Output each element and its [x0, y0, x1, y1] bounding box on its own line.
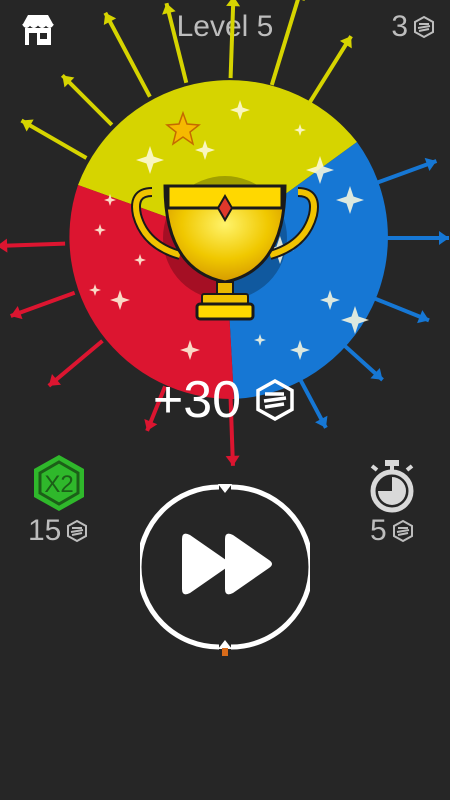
- double-reward-button[interactable]: X2: [28, 452, 90, 514]
- dart-fletching: [225, 455, 240, 466]
- dart-fletching: [0, 238, 8, 253]
- timer-cost: 5: [370, 514, 415, 548]
- hexagon-badge: X2: [34, 455, 84, 511]
- dart: [164, 2, 189, 84]
- timer-booster-button[interactable]: [367, 458, 417, 514]
- double-cost: 15: [28, 514, 89, 548]
- dart: [0, 241, 66, 248]
- timer-cost-value: 5: [370, 514, 387, 547]
- next-level-button[interactable]: [136, 481, 314, 656]
- dart: [10, 290, 76, 318]
- double-label: X2: [44, 471, 73, 498]
- dart: [20, 118, 88, 160]
- gem-icon: [392, 519, 413, 543]
- stopwatch-icon: [370, 460, 414, 513]
- reward-amount: +30: [152, 371, 242, 429]
- dart: [103, 11, 152, 98]
- fast-forward-icon: [136, 484, 314, 656]
- dart: [228, 0, 236, 79]
- dart-fletching: [439, 231, 449, 245]
- dart-fletching: [226, 0, 241, 7]
- gem-icon: [67, 519, 88, 543]
- reward-display: +30: [0, 370, 450, 430]
- dart: [269, 0, 300, 86]
- dart: [60, 73, 114, 127]
- dart: [308, 35, 353, 104]
- double-cost-value: 15: [28, 514, 62, 547]
- gem-icon: [256, 378, 294, 422]
